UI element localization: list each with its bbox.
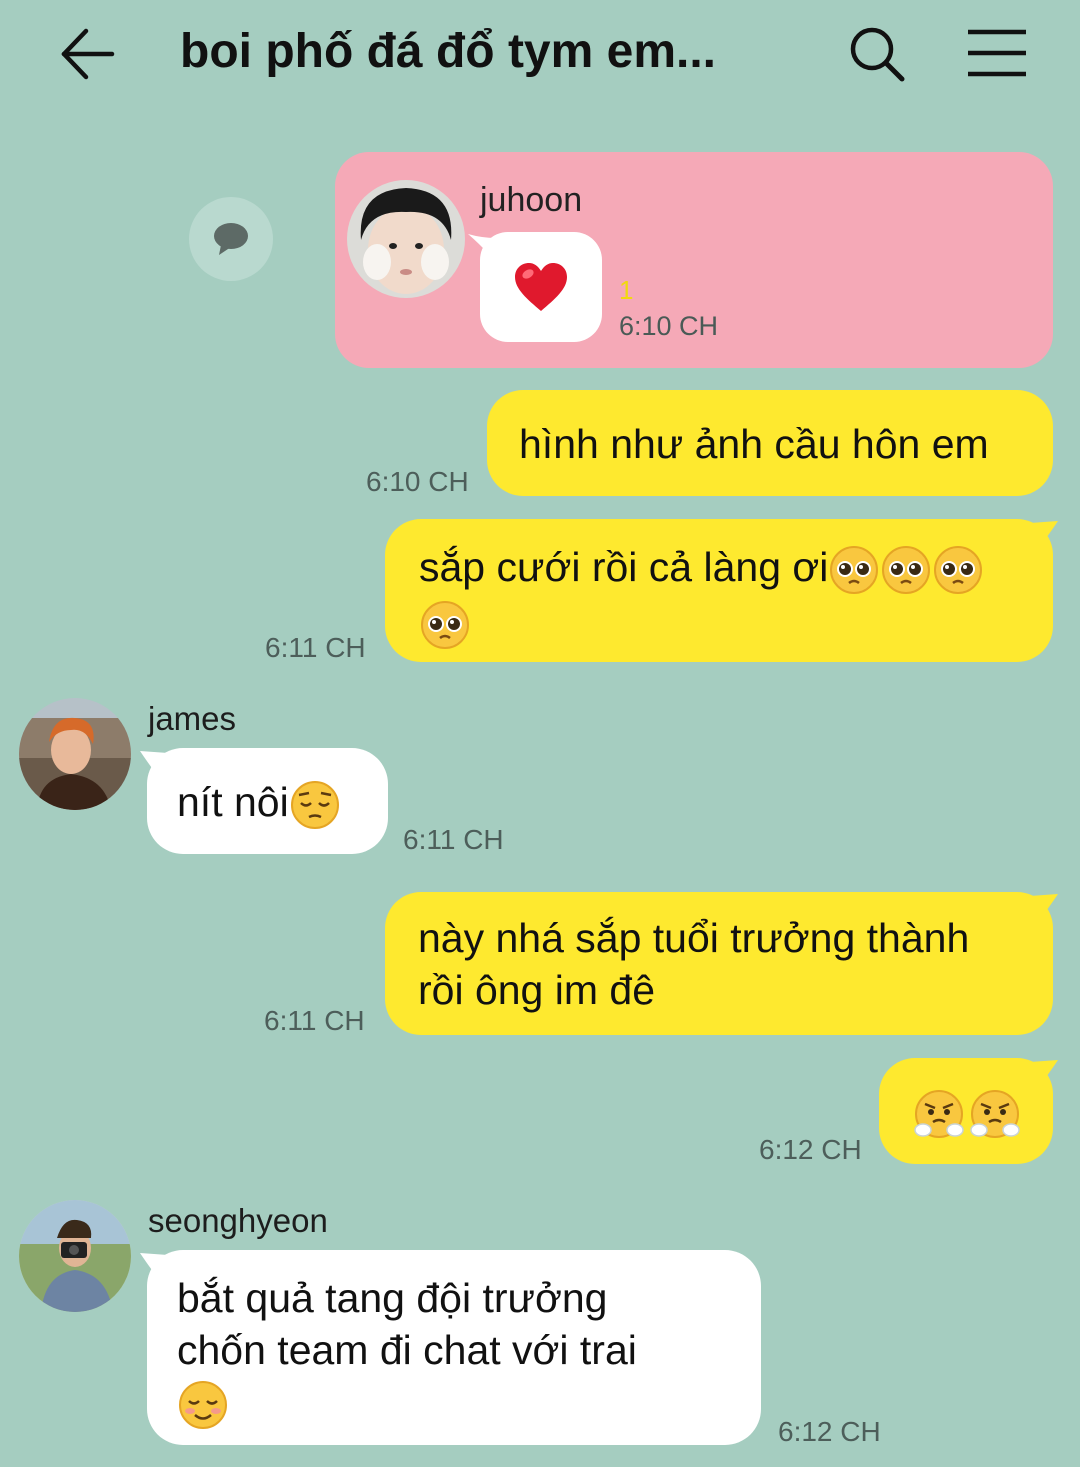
search-icon — [850, 27, 905, 82]
message-text: sắp cưới rồi cả làng ơi — [419, 544, 829, 590]
quoted-message-card[interactable]: juhoon 1 6:10 CH — [335, 152, 1053, 368]
sender-name: seonghyeon — [148, 1202, 328, 1239]
message-time: 6:11 CH — [264, 1005, 365, 1036]
search-button[interactable] — [846, 24, 910, 84]
heart-icon — [515, 263, 567, 311]
pleading-face-emoji — [421, 601, 469, 650]
message-time: 6:11 CH — [403, 824, 504, 855]
message-bubble-mine[interactable]: sắp cưới rồi cả làng ơi — [385, 519, 1053, 662]
message-text-line: này nhá sắp tuổi trưởng thành — [418, 915, 970, 961]
message-time: 6:11 CH — [265, 632, 366, 663]
sender-name: james — [148, 700, 237, 737]
message-bubble-mine[interactable]: hình như ảnh cầu hôn em — [487, 390, 1053, 496]
menu-button[interactable] — [962, 26, 1032, 82]
bubble-tail — [468, 234, 496, 262]
message-bubble-mine[interactable]: này nhá sắp tuổi trưởng thành rồi ông im… — [385, 892, 1053, 1035]
message-time: 6:12 CH — [759, 1134, 862, 1165]
message-text-line: rồi ông im đê — [418, 967, 656, 1013]
chat-header: boi phố đá đổ tym em... — [0, 0, 1080, 110]
message-text: hình như ảnh cầu hôn em — [519, 421, 989, 467]
reply-button[interactable] — [189, 197, 273, 281]
back-button[interactable] — [58, 26, 118, 82]
pleading-face-emoji — [934, 546, 983, 595]
message-time: 6:10 CH — [619, 311, 719, 341]
pleading-face-emoji — [830, 546, 879, 595]
message-text-line: chốn team đi chat với trai — [177, 1327, 637, 1373]
message-bubble-theirs[interactable]: bắt quả tang đội trưởng chốn team đi cha… — [147, 1250, 761, 1445]
chat-title: boi phố đá đổ tym em... — [180, 25, 717, 78]
profile-photo-icon — [19, 698, 131, 810]
avatar-juhoon[interactable] — [347, 180, 465, 298]
smiling-face-emoji — [179, 1381, 227, 1430]
message-text-line: bắt quả tang đội trưởng — [177, 1275, 608, 1321]
avatar-james[interactable] — [19, 698, 131, 810]
message-bubble-mine[interactable] — [879, 1058, 1053, 1164]
steam-from-nose-face-emoji — [970, 1090, 1020, 1139]
chat-bubble-icon — [214, 223, 248, 255]
profile-photo-icon — [19, 1200, 131, 1312]
message-time: 6:10 CH — [366, 466, 469, 497]
hamburger-menu-icon — [968, 29, 1026, 77]
message-text: nít nôi — [177, 779, 289, 825]
message-time: 6:12 CH — [778, 1416, 881, 1447]
steam-from-nose-face-emoji — [914, 1090, 964, 1139]
message-bubble-theirs[interactable]: nít nôi — [147, 748, 388, 854]
quoted-bubble — [468, 232, 602, 342]
unread-count: 1 — [619, 275, 634, 305]
avatar-seonghyeon[interactable] — [19, 1200, 131, 1312]
pleading-face-emoji — [882, 546, 931, 595]
sender-name: juhoon — [480, 181, 583, 219]
profile-photo-icon — [347, 180, 465, 298]
arrow-left-icon — [61, 28, 115, 80]
pensive-face-emoji — [290, 781, 339, 830]
